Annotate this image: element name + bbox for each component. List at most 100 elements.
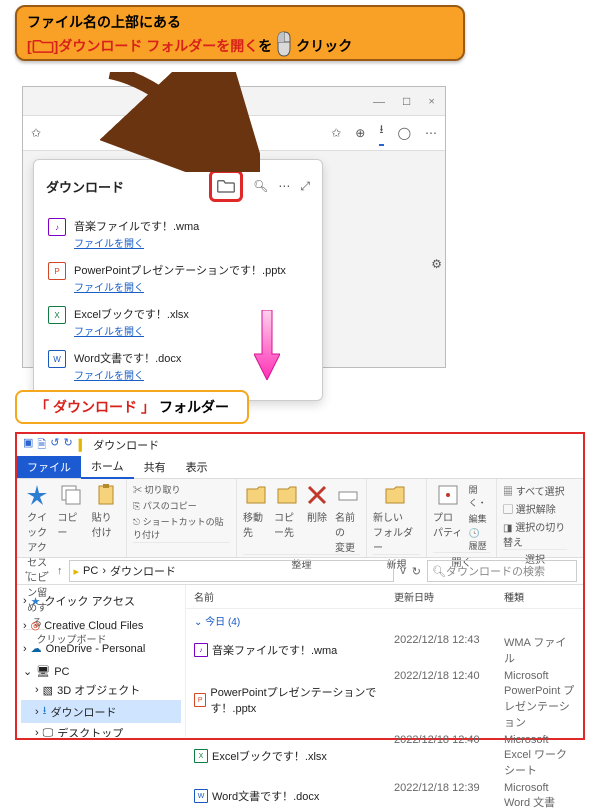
copy-path-button[interactable]: ⎘ パスのコピー: [133, 499, 230, 512]
tab-file[interactable]: ファイル: [17, 456, 81, 478]
quick-redo-icon[interactable]: ↻: [63, 436, 72, 455]
download-item: P PowerPointプレゼンテーションです！.pptxファイルを開く: [46, 256, 310, 300]
select-none-button[interactable]: ▢ 選択解除: [503, 501, 567, 516]
nav-desktop[interactable]: ›🖵デスクトップ: [21, 723, 181, 737]
browser-toolbar: ✩ ✩ ⊕ ⭳ ◯ ⋯: [23, 115, 445, 151]
paste-button[interactable]: 貼り付け: [92, 483, 120, 539]
open-downloads-folder-button[interactable]: [209, 170, 243, 202]
nav-onedrive[interactable]: ›☁OneDrive - Personal: [21, 640, 181, 657]
nav-pc[interactable]: ⌄🖥PC: [21, 663, 181, 680]
open-file-link[interactable]: ファイルを開く: [74, 279, 286, 294]
explorer-ribbon: クイック アクセス にピン留めする コピー 貼り付け クリップボード ✂ 切り取…: [17, 479, 583, 558]
folder-icon: [32, 39, 54, 53]
profile-icon[interactable]: ◯: [398, 126, 411, 140]
history-button[interactable]: 🕓 履歴: [469, 528, 490, 552]
file-row[interactable]: WWord文書です！.docx2022/12/18 12:39Microsoft…: [186, 780, 583, 812]
nav-3d-objects[interactable]: ›▧3D オブジェクト: [21, 680, 181, 700]
favorite-icon[interactable]: ✩: [331, 126, 341, 140]
rename-button[interactable]: 名前の 変更: [335, 483, 360, 554]
file-date: 2022/12/18 12:40: [394, 734, 504, 778]
file-type-icon: W: [48, 350, 66, 368]
file-row[interactable]: ♪音楽ファイルです！.wma2022/12/18 12:43WMA ファイル: [186, 632, 583, 668]
paste-shortcut-button[interactable]: ⎋ ショートカットの貼り付け: [133, 515, 230, 541]
open-file-link[interactable]: ファイルを開く: [74, 323, 189, 338]
quick-save-icon[interactable]: 🗎: [37, 436, 46, 455]
download-item-name: Word文書です！.docx: [74, 350, 181, 366]
window-close[interactable]: ×: [428, 94, 435, 109]
copy-to-button[interactable]: コピー先: [274, 483, 299, 539]
open-button[interactable]: 開く・: [469, 483, 490, 509]
tab-share[interactable]: 共有: [134, 456, 176, 478]
breadcrumb[interactable]: ▸ PC › ダウンロード: [69, 560, 395, 582]
col-date[interactable]: 更新日時: [394, 589, 504, 604]
nav-quick-access[interactable]: ›★クイック アクセス: [21, 591, 181, 611]
instruction-callout: ファイル名の上部にある [ ] ダウンロード フォルダーを開く を クリック: [15, 5, 465, 61]
move-to-button[interactable]: 移動先: [243, 483, 268, 539]
file-name: PowerPointプレゼンテーションです！.pptx: [210, 684, 394, 716]
cut-button[interactable]: ✂ 切り取り: [133, 483, 230, 496]
downloads-icon[interactable]: ⭳: [379, 120, 383, 146]
delete-button[interactable]: 削除: [305, 483, 329, 524]
download-item: ♪音楽ファイルです！.wmaファイルを開く: [46, 212, 310, 256]
settings-icon[interactable]: ⚙: [431, 257, 442, 271]
file-date: 2022/12/18 12:39: [394, 782, 504, 810]
edit-button[interactable]: 編集: [469, 512, 490, 525]
new-folder-button[interactable]: 新しい フォルダー: [373, 483, 417, 554]
folder-caption: 「 ダウンロード 」 フォルダー: [15, 390, 249, 424]
nav-up-icon[interactable]: ↑: [57, 565, 63, 577]
collections-icon[interactable]: ⊕: [355, 126, 365, 140]
explorer-title: ダウンロード: [93, 437, 159, 453]
file-row[interactable]: XExcelブックです！.xlsx2022/12/18 12:40Microso…: [186, 732, 583, 780]
favorite-icon[interactable]: ✩: [31, 126, 41, 140]
explorer-folder-icon: ▣: [23, 436, 33, 455]
tab-home[interactable]: ホーム: [81, 455, 134, 479]
explorer-search-input[interactable]: 🔍︎ ダウンロードの検索: [427, 560, 577, 582]
explorer-file-list: 名前 更新日時 種類 ⌄ 今日 (4) ♪音楽ファイルです！.wma2022/1…: [186, 585, 583, 737]
col-type[interactable]: 種類: [504, 589, 575, 604]
quick-undo-icon[interactable]: ↺: [50, 436, 59, 455]
group-today[interactable]: ⌄ 今日 (4): [186, 609, 583, 632]
file-type: Microsoft Word 文書: [504, 782, 575, 810]
invert-selection-button[interactable]: ◨ 選択の切り替え: [503, 519, 567, 549]
download-item-name: Excelブックです！.xlsx: [74, 306, 189, 322]
more-icon[interactable]: ⋯: [425, 126, 437, 140]
window-minimize[interactable]: —: [373, 94, 385, 109]
callout-suffix: を: [258, 37, 272, 55]
file-type-icon: P: [194, 693, 206, 707]
more-icon[interactable]: ⋯: [278, 179, 290, 193]
window-maximize[interactable]: □: [403, 94, 410, 109]
tab-view[interactable]: 表示: [176, 456, 218, 478]
download-item-name: PowerPointプレゼンテーションです！.pptx: [74, 262, 286, 278]
crumb-downloads[interactable]: ダウンロード: [110, 563, 176, 579]
explorer-tabs: ファイル ホーム 共有 表示: [17, 456, 583, 479]
open-file-link[interactable]: ファイルを開く: [74, 367, 181, 382]
open-file-link[interactable]: ファイルを開く: [74, 235, 199, 250]
file-name: Excelブックです！.xlsx: [212, 748, 327, 764]
search-icon[interactable]: 🔍︎: [253, 179, 268, 193]
callout-click: クリック: [296, 37, 352, 55]
file-type-icon: ♪: [194, 643, 208, 657]
nav-downloads[interactable]: ›⭳ダウンロード: [21, 700, 181, 723]
file-type: Microsoft PowerPoint プレゼンテーション: [504, 670, 575, 730]
download-item: W Word文書です！.docxファイルを開く: [46, 344, 310, 388]
callout-line1: ファイル名の上部にある: [27, 14, 181, 30]
crumb-pc[interactable]: PC: [83, 565, 98, 577]
col-name[interactable]: 名前: [194, 589, 394, 604]
file-type-icon: P: [48, 262, 66, 280]
file-type-icon: X: [48, 306, 66, 324]
download-item: X Excelブックです！.xlsxファイルを開く: [46, 300, 310, 344]
file-type: Microsoft Excel ワークシート: [504, 734, 575, 778]
callout-dl-label: ダウンロード フォルダーを開く: [58, 37, 258, 55]
copy-button[interactable]: コピー: [57, 483, 85, 539]
nav-creative-cloud[interactable]: ›◎Creative Cloud Files: [21, 617, 181, 634]
browser-window: — □ × ✩ ✩ ⊕ ⭳ ◯ ⋯ ⚙ ダウンロード 🔍︎ ⋯ ⤢: [22, 86, 446, 368]
select-all-button[interactable]: ▦ すべて選択: [503, 483, 567, 498]
nav-back-icon[interactable]: ←: [23, 565, 34, 577]
caption-quote-close: 」: [141, 397, 155, 417]
file-row[interactable]: PPowerPointプレゼンテーションです！.pptx2022/12/18 1…: [186, 668, 583, 732]
pin-icon[interactable]: ⤢: [300, 179, 310, 194]
file-name: 音楽ファイルです！.wma: [212, 642, 337, 658]
download-item-name: 音楽ファイルです！.wma: [74, 218, 199, 234]
properties-button[interactable]: プロパティ: [433, 483, 463, 539]
nav-forward-icon[interactable]: →: [40, 565, 51, 577]
